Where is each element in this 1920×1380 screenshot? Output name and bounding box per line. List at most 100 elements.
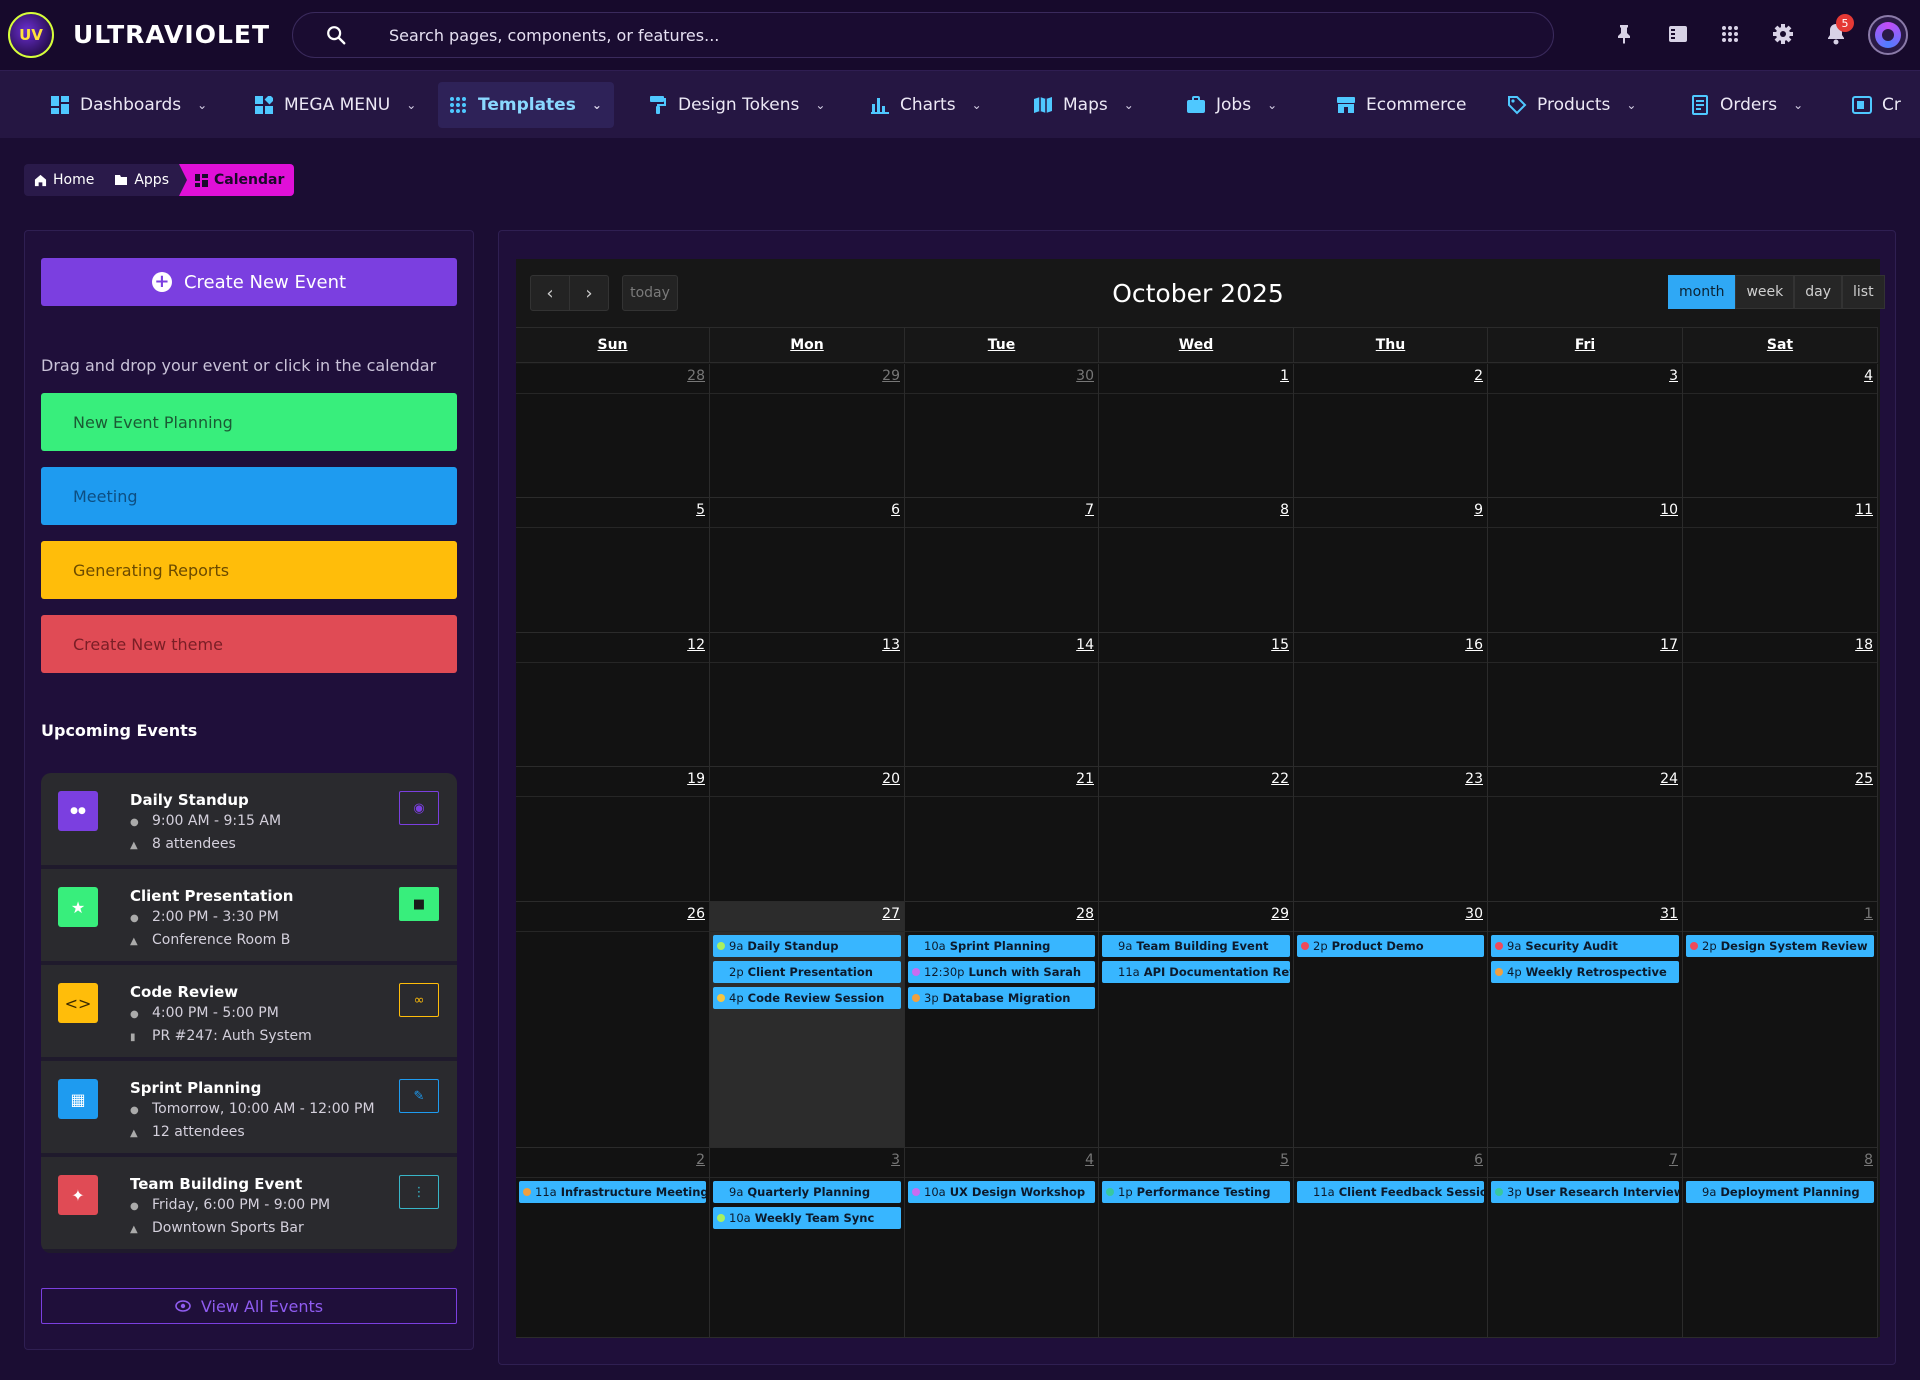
day-cell[interactable]: 30 2p Product Demo xyxy=(1294,902,1488,1148)
day-cell[interactable]: 11 xyxy=(1683,498,1878,633)
search-bar[interactable]: Search pages, components, or features... xyxy=(292,12,1554,58)
view-all-events-button[interactable]: View All Events xyxy=(41,1288,457,1324)
day-cell[interactable]: 28 10a Sprint Planning 12:30p Lunch with Sar… xyxy=(905,902,1099,1148)
day-number[interactable]: 24 xyxy=(1660,771,1678,787)
calendar-event[interactable]: 3p Database Migration xyxy=(908,987,1095,1009)
link-icon[interactable]: ∞ xyxy=(399,983,439,1017)
nav-item-orders[interactable]: Orders ⌄ xyxy=(1680,82,1813,128)
calendar-event[interactable]: 9a Team Building Event xyxy=(1102,935,1290,957)
day-number[interactable]: 2 xyxy=(696,1152,705,1168)
pencil-icon[interactable]: ✎ xyxy=(399,1079,439,1113)
calendar-event[interactable]: 10a Sprint Planning xyxy=(908,935,1095,957)
search-input[interactable]: Search pages, components, or features... xyxy=(389,26,719,45)
day-cell[interactable]: 18 xyxy=(1683,633,1878,767)
calendar-event[interactable]: 9a Security Audit xyxy=(1491,935,1679,957)
nav-item-jobs[interactable]: Jobs ⌄ xyxy=(1176,82,1287,128)
upcoming-event-item[interactable]: ●● Daily Standup ● 9:00 AM - 9:15 AM ▲ 8 atte… xyxy=(41,773,457,869)
day-number[interactable]: 4 xyxy=(1085,1152,1094,1168)
day-number[interactable]: 7 xyxy=(1669,1152,1678,1168)
day-cell[interactable]: 26 xyxy=(516,902,710,1148)
day-number[interactable]: 31 xyxy=(1660,906,1678,922)
day-number[interactable]: 29 xyxy=(1271,906,1289,922)
upcoming-event-item[interactable]: ★ Client Presentation ● 2:00 PM - 3:30 PM ▲ C… xyxy=(41,869,457,965)
day-cell[interactable]: 5 xyxy=(516,498,710,633)
eye-icon[interactable]: ◉ xyxy=(399,791,439,825)
day-cell[interactable]: 2 xyxy=(1294,364,1488,498)
calendar-event[interactable]: 1p Performance Testing xyxy=(1102,1181,1290,1203)
calendar-event[interactable]: 9a Deployment Planning xyxy=(1686,1181,1874,1203)
day-cell[interactable]: 21 xyxy=(905,767,1099,902)
today-button[interactable]: today xyxy=(622,275,678,311)
day-number[interactable]: 14 xyxy=(1076,637,1094,653)
day-number[interactable]: 7 xyxy=(1085,502,1094,518)
day-cell[interactable]: 1 xyxy=(1099,364,1294,498)
nav-item-maps[interactable]: Maps ⌄ xyxy=(1023,82,1144,128)
panel-icon[interactable] xyxy=(1666,22,1690,46)
calendar-event[interactable]: 10a UX Design Workshop xyxy=(908,1181,1095,1203)
video-icon[interactable]: ■ xyxy=(399,887,439,921)
day-cell[interactable]: 15 xyxy=(1099,633,1294,767)
brand-logo[interactable]: UV xyxy=(8,12,54,58)
day-number[interactable]: 3 xyxy=(891,1152,900,1168)
day-number[interactable]: 23 xyxy=(1465,771,1483,787)
day-cell[interactable]: 8 xyxy=(1099,498,1294,633)
day-cell[interactable]: 4 xyxy=(1683,364,1878,498)
day-cell[interactable]: 10 xyxy=(1488,498,1683,633)
day-cell[interactable]: 7 3p User Research Interview xyxy=(1488,1148,1683,1338)
day-cell[interactable]: 29 xyxy=(710,364,905,498)
day-number[interactable]: 1 xyxy=(1864,906,1873,922)
prev-month-button[interactable]: ‹ xyxy=(530,275,570,311)
nav-item-ecommerce[interactable]: Ecommerce xyxy=(1326,82,1477,128)
day-number[interactable]: 20 xyxy=(882,771,900,787)
day-cell[interactable]: 20 xyxy=(710,767,905,902)
calendar-event[interactable]: 4p Weekly Retrospective xyxy=(1491,961,1679,983)
upcoming-event-item[interactable]: ✦ Team Building Event ● Friday, 6:00 PM - 9… xyxy=(41,1157,457,1253)
view-week-button[interactable]: week xyxy=(1735,275,1795,309)
day-number[interactable]: 28 xyxy=(1076,906,1094,922)
day-number[interactable]: 4 xyxy=(1864,368,1873,384)
day-number[interactable]: 6 xyxy=(891,502,900,518)
draggable-event-theme[interactable]: Create New theme xyxy=(41,615,457,673)
day-number[interactable]: 9 xyxy=(1474,502,1483,518)
view-month-button[interactable]: month xyxy=(1668,275,1736,309)
calendar-event[interactable]: 10a Weekly Team Sync xyxy=(713,1207,901,1229)
pin-icon[interactable] xyxy=(1612,22,1636,46)
create-event-button[interactable]: + Create New Event xyxy=(41,258,457,306)
day-cell[interactable]: 6 11a Client Feedback Session xyxy=(1294,1148,1488,1338)
day-cell[interactable]: 17 xyxy=(1488,633,1683,767)
day-cell[interactable]: 6 xyxy=(710,498,905,633)
day-number[interactable]: 28 xyxy=(687,368,705,384)
day-number[interactable]: 15 xyxy=(1271,637,1289,653)
day-cell[interactable]: 7 xyxy=(905,498,1099,633)
day-cell[interactable]: 2 11a Infrastructure Meeting xyxy=(516,1148,710,1338)
calendar-event[interactable]: 11aAPI Documentation Review xyxy=(1102,961,1290,983)
day-cell[interactable]: 27 9a Daily Standup 2p Client Presentation 4p… xyxy=(710,902,905,1148)
nav-item-charts[interactable]: Charts ⌄ xyxy=(860,82,992,128)
draggable-event-meeting[interactable]: Meeting xyxy=(41,467,457,525)
day-cell[interactable]: 3 9a Quarterly Planning 10a Weekly Team Sync xyxy=(710,1148,905,1338)
day-number[interactable]: 22 xyxy=(1271,771,1289,787)
day-cell[interactable]: 14 xyxy=(905,633,1099,767)
breadcrumb-apps[interactable]: Apps xyxy=(104,164,179,196)
day-cell[interactable]: 12 xyxy=(516,633,710,767)
calendar-event[interactable]: 11a Client Feedback Session xyxy=(1297,1181,1484,1203)
draggable-event-planning[interactable]: New Event Planning xyxy=(41,393,457,451)
view-list-button[interactable]: list xyxy=(1842,275,1885,309)
breadcrumb-home[interactable]: Home xyxy=(24,164,104,196)
calendar-event[interactable]: 4p Code Review Session xyxy=(713,987,901,1009)
settings-icon[interactable] xyxy=(1771,22,1795,46)
day-cell[interactable]: 24 xyxy=(1488,767,1683,902)
day-number[interactable]: 8 xyxy=(1280,502,1289,518)
day-number[interactable]: 16 xyxy=(1465,637,1483,653)
calendar-event[interactable]: 12:30p Lunch with Sarah xyxy=(908,961,1095,983)
day-number[interactable]: 26 xyxy=(687,906,705,922)
day-cell[interactable]: 22 xyxy=(1099,767,1294,902)
calendar-event[interactable]: 2p Product Demo xyxy=(1297,935,1484,957)
draggable-event-reports[interactable]: Generating Reports xyxy=(41,541,457,599)
nav-item-mega-menu[interactable]: MEGA MENU ⌄ xyxy=(244,82,426,128)
nav-item-products[interactable]: Products ⌄ xyxy=(1497,82,1646,128)
day-number[interactable]: 5 xyxy=(1280,1152,1289,1168)
day-number[interactable]: 27 xyxy=(882,906,900,922)
day-number[interactable]: 30 xyxy=(1465,906,1483,922)
day-cell[interactable]: 4 10a UX Design Workshop xyxy=(905,1148,1099,1338)
